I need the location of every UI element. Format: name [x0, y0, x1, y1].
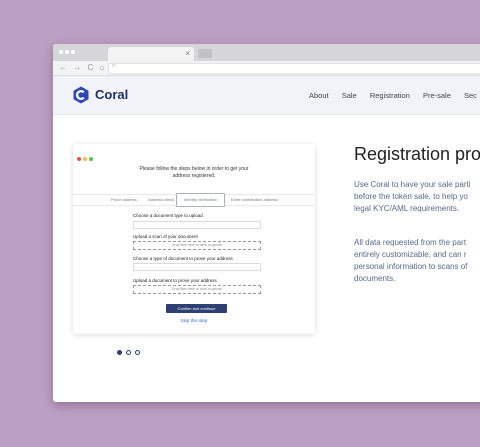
- window-close-dot[interactable]: [59, 50, 63, 54]
- tab-close-icon[interactable]: ×: [185, 48, 190, 60]
- registration-preview-card: Please follow the steps below in order t…: [73, 144, 315, 334]
- card-window-dots: [77, 148, 95, 166]
- carousel-dot-3[interactable]: [135, 350, 140, 355]
- url-input[interactable]: ⌕: [108, 63, 480, 74]
- address-doc-upload-label: Upload a document to prove your address: [133, 278, 217, 283]
- carousel-dot-1[interactable]: [117, 350, 122, 355]
- browser-tab[interactable]: ×: [108, 47, 194, 61]
- carousel-pagination: [117, 342, 144, 360]
- address-doc-type-select[interactable]: [133, 263, 261, 271]
- tab-bar: ×: [53, 44, 480, 61]
- skip-step-link[interactable]: Skip this step: [73, 318, 315, 323]
- document-type-select[interactable]: [133, 221, 261, 229]
- site-header: Coral About Sale Registration Pre-sale S…: [53, 76, 480, 115]
- section-paragraph-1: Use Coral to have your sale parti before…: [354, 180, 471, 213]
- step-identity-verification[interactable]: Identity verification: [184, 197, 217, 202]
- section-title: Registration pro: [354, 144, 480, 164]
- step-prove-address[interactable]: Prove address: [111, 197, 137, 202]
- browser-nav-icons[interactable]: ← → C ⌂: [59, 63, 106, 73]
- logo-text[interactable]: Coral: [95, 87, 128, 102]
- address-doc-type-label: Choose a type of document to prove your …: [133, 256, 233, 261]
- search-icon: ⌕: [112, 63, 116, 69]
- nav-about[interactable]: About: [309, 91, 329, 100]
- coral-logo-icon[interactable]: [72, 86, 90, 104]
- step-address-check[interactable]: Address check: [148, 197, 174, 202]
- browser-window: × ← → C ⌂ ⌕ Coral About Sale Registratio…: [53, 44, 480, 402]
- step-contribution-address[interactable]: Enter contribution address: [231, 197, 278, 202]
- address-bar: ← → C ⌂ ⌕: [53, 61, 480, 76]
- window-minimize-dot[interactable]: [65, 50, 69, 54]
- confirm-continue-button[interactable]: Confirm and continue: [166, 304, 227, 313]
- nav-sale[interactable]: Sale: [342, 91, 357, 100]
- carousel-dot-2[interactable]: [126, 350, 131, 355]
- document-scan-label: Upload a scan of your document: [133, 234, 198, 239]
- nav-sec[interactable]: Sec: [464, 91, 477, 100]
- step-indicator: Prove address Address check Identity ver…: [73, 193, 315, 207]
- document-scan-dropzone[interactable]: Drop files here or click to upload: [133, 241, 261, 250]
- document-type-label: Choose a document type to upload: [133, 213, 203, 218]
- window-maximize-dot[interactable]: [71, 50, 75, 54]
- nav-registration[interactable]: Registration: [370, 91, 410, 100]
- new-tab-button[interactable]: [198, 49, 212, 58]
- section-paragraph-2: All data requested from the part entirel…: [354, 238, 468, 283]
- address-doc-dropzone[interactable]: Drop files here or click to upload: [133, 285, 261, 294]
- nav-pre-sale[interactable]: Pre-sale: [423, 91, 451, 100]
- card-heading: Please follow the steps below in order t…: [139, 166, 249, 179]
- page-background: { "browser": { "tab_title": "", "tab_clo…: [0, 0, 480, 447]
- main-nav: About Sale Registration Pre-sale Sec: [309, 91, 480, 100]
